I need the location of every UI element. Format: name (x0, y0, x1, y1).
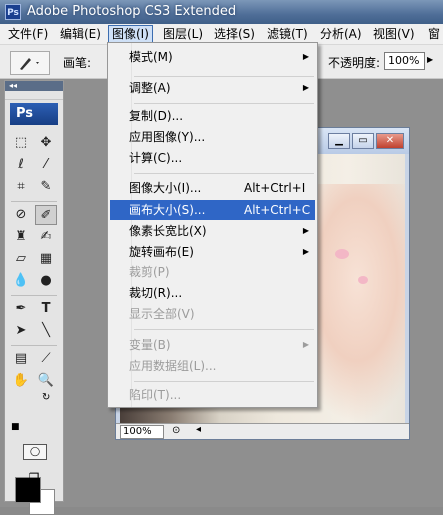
menu-edit[interactable]: 编辑(E) (57, 26, 104, 42)
move-tool-icon[interactable]: ✥ (35, 133, 57, 153)
image-menu-dropdown: 模式(M) ▶ 调整(A) ▶ 复制(D)... 应用图像(Y)... 计算(C… (107, 42, 318, 408)
crop-tool-icon[interactable]: ⌗ (10, 177, 32, 197)
blur-tool-icon[interactable]: 💧 (10, 271, 32, 291)
menu-item-rotate-canvas[interactable]: 旋转画布(E) ▶ (110, 242, 315, 262)
magic-wand-icon[interactable]: ⁄ (35, 155, 57, 175)
eyedropper-icon[interactable]: ⟋ (35, 349, 57, 369)
opacity-input[interactable]: 100% (384, 52, 425, 70)
close-icon[interactable]: ✕ (376, 133, 404, 149)
healing-brush-icon[interactable]: ⊘ (10, 205, 32, 225)
submenu-arrow-icon: ▶ (302, 247, 309, 256)
menu-select[interactable]: 选择(S) (211, 26, 258, 42)
submenu-arrow-icon: ▶ (302, 83, 309, 92)
toolbox-divider (11, 201, 57, 202)
menu-separator (134, 173, 314, 174)
menu-separator (134, 381, 314, 382)
hand-tool-icon[interactable]: ✋ (10, 371, 32, 391)
submenu-arrow-icon: ▶ (302, 226, 309, 235)
dodge-tool-icon[interactable]: ● (35, 271, 57, 291)
menu-item-mode[interactable]: 模式(M) ▶ (110, 47, 315, 67)
toolbox-collapse[interactable]: ◂◂ (5, 81, 63, 91)
zoom-tool-icon[interactable]: 🔍 (35, 371, 57, 391)
zoom-level-field[interactable]: 100% (120, 425, 164, 439)
toolbox-grip[interactable] (5, 91, 63, 100)
line-tool-icon[interactable]: ╲ (35, 321, 57, 341)
toolbox-divider (11, 295, 57, 296)
gradient-icon[interactable]: ▦ (35, 249, 57, 269)
menu-item-canvas-size[interactable]: 画布大小(S)... Alt+Ctrl+C (110, 200, 315, 220)
slice-tool-icon[interactable]: ✎ (35, 177, 57, 197)
menu-item-trap[interactable]: 陷印(T)... (110, 385, 315, 405)
quick-mask-icon[interactable]: ◯ (23, 444, 47, 460)
brush-icon (20, 58, 39, 70)
menu-item-variables[interactable]: 变量(B) ▶ (110, 335, 315, 355)
maximize-icon[interactable]: ▭ (352, 133, 374, 149)
photoshop-logo-icon: Ps (5, 4, 21, 20)
menu-file[interactable]: 文件(F) (5, 26, 51, 42)
type-tool-icon[interactable]: T (35, 299, 57, 319)
menu-analysis[interactable]: 分析(A) (317, 26, 365, 42)
photo-flower (335, 249, 349, 259)
toolbox: ◂◂ Ps ⬚ ✥ ℓ ⁄ ⌗ ✎ ⊘ ✐ ♜ ✍ ▱ ▦ 💧 ● ✒ T ➤ … (4, 80, 64, 515)
scroll-left-icon[interactable]: ◂ (196, 424, 201, 435)
menu-item-apply-data-set[interactable]: 应用数据组(L)... (110, 356, 315, 376)
swap-colors-icon[interactable]: ↻ (42, 392, 50, 403)
screen-mode-icon[interactable]: ❐ (21, 470, 47, 486)
history-brush-icon[interactable]: ✍ (35, 227, 57, 247)
menu-layer[interactable]: 图层(L) (160, 26, 206, 42)
toolbox-divider (11, 345, 57, 346)
menu-filter[interactable]: 滤镜(T) (264, 26, 311, 42)
default-colors-icon[interactable]: ■ (11, 422, 20, 432)
submenu-arrow-icon: ▶ (302, 340, 309, 349)
lasso-tool-icon[interactable]: ℓ (10, 155, 32, 175)
notes-tool-icon[interactable]: ▤ (10, 349, 32, 369)
menu-separator (134, 76, 314, 77)
menu-item-pixel-aspect-ratio[interactable]: 像素长宽比(X) ▶ (110, 221, 315, 241)
clone-stamp-icon[interactable]: ♜ (10, 227, 32, 247)
photo-flower (358, 276, 368, 284)
brush-label: 画笔: (63, 56, 92, 70)
document-statusbar: 100% ⊙ ◂ (116, 423, 409, 439)
window-title: Adobe Photoshop CS3 Extended (27, 4, 237, 19)
path-selection-icon[interactable]: ➤ (10, 321, 32, 341)
status-menu-icon[interactable]: ⊙ (172, 425, 180, 436)
menu-window[interactable]: 窗 (425, 26, 443, 42)
menu-separator (134, 103, 314, 104)
menu-item-reveal-all[interactable]: 显示全部(V) (110, 304, 315, 324)
tool-preset-picker[interactable] (10, 51, 50, 75)
menu-image[interactable]: 图像(I) (108, 25, 153, 43)
opacity-label: 不透明度: (328, 56, 381, 70)
menu-item-calculations[interactable]: 计算(C)... (110, 148, 315, 168)
menu-view[interactable]: 视图(V) (370, 26, 418, 42)
menu-separator (134, 329, 314, 330)
menu-item-image-size[interactable]: 图像大小(I)... Alt+Ctrl+I (110, 178, 315, 198)
brush-tool-icon[interactable]: ✐ (35, 205, 57, 225)
menu-item-apply-image[interactable]: 应用图像(Y)... (110, 127, 315, 147)
menu-item-trim[interactable]: 裁切(R)... (110, 283, 315, 303)
pen-tool-icon[interactable]: ✒ (10, 299, 32, 319)
minimize-icon[interactable]: ▁ (328, 133, 350, 149)
ps-badge[interactable]: Ps (10, 103, 58, 125)
eraser-icon[interactable]: ▱ (10, 249, 32, 269)
marquee-tool-icon[interactable]: ⬚ (10, 133, 32, 153)
menu-item-crop[interactable]: 裁剪(P) (110, 262, 315, 282)
submenu-arrow-icon: ▶ (302, 52, 309, 61)
opacity-dropdown-arrow-icon[interactable]: ▶ (427, 53, 437, 67)
menu-item-adjustments[interactable]: 调整(A) ▶ (110, 78, 315, 98)
title-bar: Ps Adobe Photoshop CS3 Extended (0, 0, 443, 24)
menu-item-duplicate[interactable]: 复制(D)... (110, 106, 315, 126)
